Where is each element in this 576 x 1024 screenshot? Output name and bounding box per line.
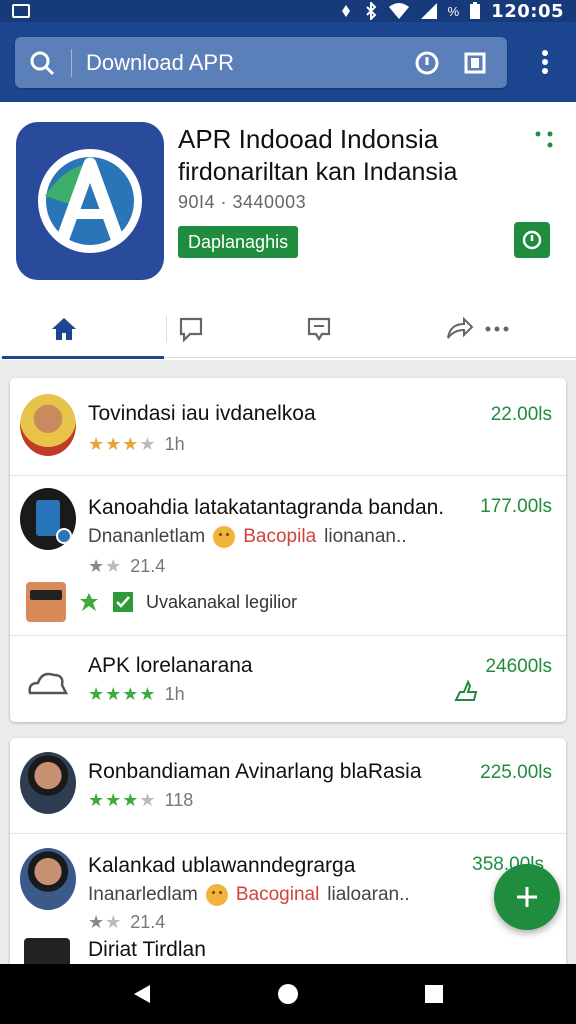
search-divider: [71, 48, 72, 77]
list-card: Ronbandiaman Avinarlang blaRasia 225.00l…: [10, 738, 566, 978]
desc-text-more: lionanan..: [324, 526, 407, 547]
message-icon: [308, 317, 331, 342]
app-bar: Download APR: [0, 22, 576, 102]
sub-item[interactable]: Uvakanakal legilior: [26, 582, 297, 622]
status-icons: % 120:05: [338, 1, 564, 22]
home-button-icon[interactable]: [277, 983, 299, 1005]
tab-share[interactable]: [383, 300, 576, 358]
list-card: Tovindasi iau ivdanelkoa 22.00ls ★ ★ ★ ★ 1h…: [10, 378, 566, 722]
list-item[interactable]: Kanoahdia latakatantagranda bandan. 177.…: [10, 476, 566, 636]
desc-highlight: Bacopila: [243, 526, 317, 547]
cloud-icon: [28, 672, 69, 695]
emoji-icon: [213, 526, 236, 548]
tab-bar: [0, 300, 576, 359]
rating-meta: 21.4: [130, 556, 166, 576]
star-rating: ★ ★ ★ ★ 118: [88, 790, 194, 810]
list-item-title: Kalankad ublawanndegrarga: [88, 854, 356, 877]
star-rating: ★ ★ ★ ★ 1h: [88, 684, 185, 704]
desc-text: Inanarledlam: [88, 884, 198, 905]
puzzle-icon: [80, 593, 98, 611]
battery-icon: [470, 2, 481, 19]
list-item[interactable]: APK lorelanarana 24600ls ★ ★ ★ ★ 1h: [10, 636, 566, 722]
app-meta: 90I4 · 3440003: [178, 192, 307, 212]
battery-percent: %: [447, 3, 460, 19]
emoji-icon: [205, 884, 228, 906]
recents-icon[interactable]: [424, 984, 444, 1004]
header-more-icon[interactable]: [532, 128, 558, 154]
app-subtitle: firdonariltan kan Indansia: [178, 158, 458, 186]
system-nav-bar: [0, 964, 576, 1024]
tab-icon: [464, 52, 486, 73]
rating-meta: 1h: [164, 684, 185, 704]
search-input[interactable]: Download APR: [86, 50, 397, 76]
avatar: [20, 848, 76, 910]
desc-text: Dnananletlam: [88, 526, 206, 547]
list-item-title: Diriat Tirdlan: [88, 938, 206, 961]
tab-switcher-button[interactable]: [457, 45, 493, 81]
list-item[interactable]: Tovindasi iau ivdanelkoa 22.00ls ★ ★ ★ ★ 1h: [10, 378, 566, 476]
thumb-up-icon[interactable]: [454, 680, 478, 702]
share-icon: [447, 316, 509, 339]
tab-reviews[interactable]: [128, 300, 256, 358]
home-icon: [51, 318, 76, 340]
info-icon: [415, 51, 439, 74]
avatar: [20, 488, 76, 550]
app-logo-icon: [16, 122, 164, 280]
vibrate-icon: [341, 5, 350, 17]
rating-meta: 21.4: [130, 912, 166, 932]
info-icon: [522, 230, 542, 250]
notification-icon: [12, 4, 30, 18]
tab-messages[interactable]: [255, 300, 383, 358]
back-icon[interactable]: [132, 983, 152, 1005]
download-count: 22.00ls: [490, 404, 552, 425]
app-header: APR Indooad Indonsia firdonariltan kan I…: [0, 102, 576, 360]
avatar: [20, 752, 76, 814]
list-item-title: Ronbandiaman Avinarlang blaRasia: [88, 760, 422, 783]
add-button[interactable]: [494, 864, 560, 930]
sub-item-label: Uvakanakal legilior: [146, 591, 298, 612]
list-item-description: Inanarledlam Bacoginal lialoaran..: [88, 884, 410, 906]
signal-icon: [420, 3, 437, 19]
search-bar[interactable]: Download APR: [15, 37, 507, 88]
download-count: 225.00ls: [480, 762, 552, 783]
info-toggle-button[interactable]: [409, 45, 445, 81]
status-bar: % 120:05: [0, 0, 576, 22]
star-rating: ★ ★ ★ ★ 1h: [88, 434, 185, 454]
plus-icon: [517, 887, 537, 907]
star-rating: ★ ★ 21.4: [88, 556, 166, 576]
robot-avatar-icon: [26, 582, 66, 622]
download-button[interactable]: Daplanaghis: [178, 226, 299, 258]
download-count: 177.00ls: [480, 496, 552, 517]
list-item-title: Tovindasi iau ivdanelkoa: [88, 402, 316, 425]
list-item[interactable]: Kalankad ublawanndegrarga 358.00ls Inana…: [10, 834, 566, 978]
bluetooth-icon: [365, 2, 377, 20]
clock: 120:05: [491, 0, 564, 22]
app-name: APR Indooad Indonsia: [178, 124, 439, 154]
download-count: 24600ls: [485, 656, 552, 677]
tab-home[interactable]: [0, 300, 164, 359]
wifi-icon: [388, 3, 409, 19]
check-box-icon: [113, 592, 133, 612]
more-vert-icon: [542, 50, 548, 74]
desc-highlight: Bacoginal: [235, 884, 320, 905]
desc-text-more: lialoaran..: [327, 884, 410, 905]
avatar: [20, 394, 76, 456]
star-rating: ★ ★ 21.4: [88, 912, 166, 932]
overflow-menu-button[interactable]: [528, 42, 562, 82]
rating-meta: 1h: [164, 434, 185, 454]
list-item-title: Kanoahdia latakatantagranda bandan.: [88, 496, 445, 519]
list-item-description: Dnananletlam Bacopila lionanan..: [88, 526, 407, 548]
search-icon[interactable]: [29, 50, 55, 76]
info-button[interactable]: [514, 222, 550, 258]
comment-icon: [180, 317, 203, 342]
list-item-title: APK lorelanarana: [88, 654, 253, 677]
list-item[interactable]: Ronbandiaman Avinarlang blaRasia 225.00l…: [10, 738, 566, 834]
rating-meta: 118: [164, 790, 194, 810]
